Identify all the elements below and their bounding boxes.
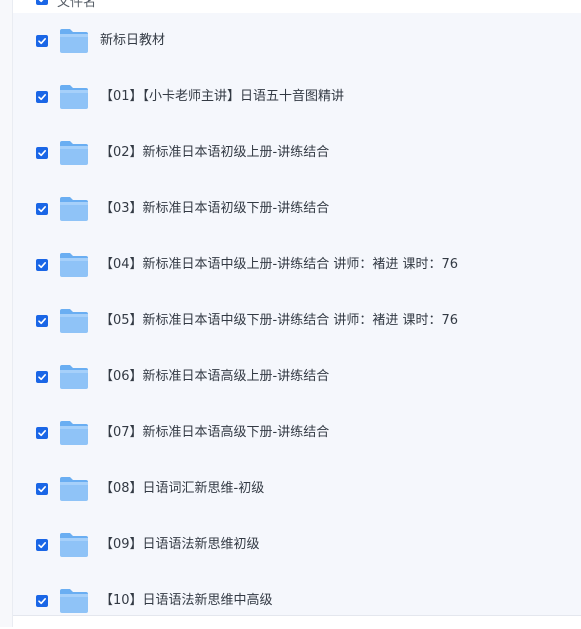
file-row[interactable]: 【08】日语词汇新思维-初级 xyxy=(13,461,581,517)
file-name[interactable]: 新标日教材 xyxy=(100,31,165,51)
checkmark-icon xyxy=(38,598,46,605)
folder-icon xyxy=(60,253,88,277)
select-all-checkbox[interactable] xyxy=(36,0,48,5)
row-checkbox[interactable] xyxy=(36,91,48,103)
folder-icon xyxy=(60,589,88,613)
row-checkbox[interactable] xyxy=(36,595,48,607)
folder-icon xyxy=(60,197,88,221)
column-header-name[interactable]: 文件名 xyxy=(57,0,96,10)
checkmark-icon xyxy=(38,430,46,437)
checkmark-icon xyxy=(38,150,46,157)
file-row[interactable]: 【01】【小卡老师主讲】日语五十音图精讲 xyxy=(13,69,581,125)
file-row[interactable]: 【03】新标准日本语初级下册-讲练结合 xyxy=(13,181,581,237)
folder-icon xyxy=(60,85,88,109)
folder-icon xyxy=(60,365,88,389)
checkmark-icon xyxy=(38,206,46,213)
folder-icon xyxy=(60,141,88,165)
file-name[interactable]: 【08】日语词汇新思维-初级 xyxy=(100,479,264,499)
file-row[interactable]: 【06】新标准日本语高级上册-讲练结合 xyxy=(13,349,581,405)
row-checkbox[interactable] xyxy=(36,203,48,215)
file-name[interactable]: 【04】新标准日本语中级上册-讲练结合 讲师：褚进 课时：76 xyxy=(100,255,458,275)
left-panel-edge xyxy=(0,0,13,627)
file-name[interactable]: 【07】新标准日本语高级下册-讲练结合 xyxy=(100,423,329,443)
row-checkbox[interactable] xyxy=(36,371,48,383)
row-checkbox[interactable] xyxy=(36,315,48,327)
checkmark-icon xyxy=(38,38,46,45)
checkmark-icon xyxy=(38,542,46,549)
file-name[interactable]: 【01】【小卡老师主讲】日语五十音图精讲 xyxy=(100,87,344,107)
file-row[interactable]: 【02】新标准日本语初级上册-讲练结合 xyxy=(13,125,581,181)
folder-icon xyxy=(60,533,88,557)
list-header: 文件名 xyxy=(13,0,581,13)
folder-icon xyxy=(60,29,88,53)
row-checkbox[interactable] xyxy=(36,427,48,439)
file-name[interactable]: 【09】日语语法新思维初级 xyxy=(100,535,260,555)
file-row[interactable]: 新标日教材 xyxy=(13,13,581,69)
file-row[interactable]: 【09】日语语法新思维初级 xyxy=(13,517,581,573)
row-checkbox[interactable] xyxy=(36,539,48,551)
file-name[interactable]: 【05】新标准日本语中级下册-讲练结合 讲师：褚进 课时：76 xyxy=(100,311,458,331)
checkmark-icon xyxy=(38,318,46,325)
file-name[interactable]: 【10】日语语法新思维中高级 xyxy=(100,591,273,611)
row-checkbox[interactable] xyxy=(36,483,48,495)
row-checkbox[interactable] xyxy=(36,147,48,159)
row-checkbox[interactable] xyxy=(36,259,48,271)
bottom-bar xyxy=(13,615,581,628)
file-row[interactable]: 【05】新标准日本语中级下册-讲练结合 讲师：褚进 课时：76 xyxy=(13,293,581,349)
file-name[interactable]: 【03】新标准日本语初级下册-讲练结合 xyxy=(100,199,329,219)
file-row[interactable]: 【07】新标准日本语高级下册-讲练结合 xyxy=(13,405,581,461)
folder-icon xyxy=(60,309,88,333)
file-name[interactable]: 【02】新标准日本语初级上册-讲练结合 xyxy=(100,143,329,163)
folder-icon xyxy=(60,421,88,445)
checkmark-icon xyxy=(38,374,46,381)
checkmark-icon xyxy=(38,0,44,3)
checkmark-icon xyxy=(38,262,46,269)
checkmark-icon xyxy=(38,486,46,493)
row-checkbox[interactable] xyxy=(36,35,48,47)
file-name[interactable]: 【06】新标准日本语高级上册-讲练结合 xyxy=(100,367,329,387)
file-row[interactable]: 【04】新标准日本语中级上册-讲练结合 讲师：褚进 课时：76 xyxy=(13,237,581,293)
checkmark-icon xyxy=(38,94,46,101)
folder-icon xyxy=(60,477,88,501)
